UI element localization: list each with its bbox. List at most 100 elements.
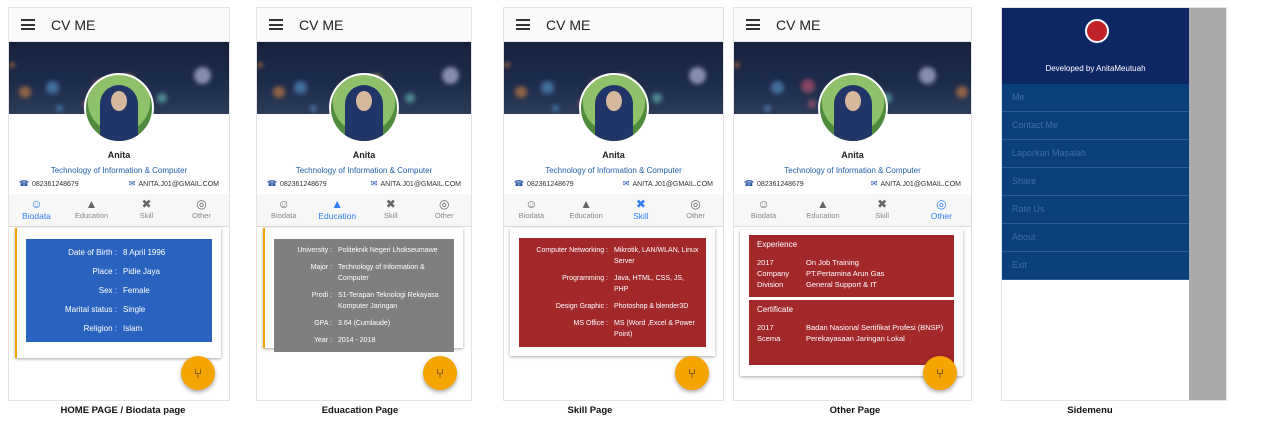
screen-education: CV ME Anita Technology of Information & Co… [256,7,472,401]
tab-biodata[interactable]: ☺ Biodata [257,194,311,226]
biodata-key: Place : [92,267,117,276]
share-fab-button[interactable]: ⑂ [181,356,215,390]
share-icon: ⑂ [688,365,696,381]
drawer-item-contact-me[interactable]: Contact Me [1002,112,1189,140]
app-title: CV ME [546,16,591,33]
education-row: University : Politeknik Negeri Lhokseumaw… [274,242,454,259]
phone-contact[interactable]: ☎ 082361248679 [267,179,327,188]
tab-other[interactable]: ◎ Other [668,194,723,226]
experience-value: On Job Training [806,258,859,267]
experience-value: PT.Pertamina Arun Gas [806,269,885,278]
tab-skill[interactable]: ✖ Skill [119,194,174,226]
email-address: ANITA.J01@GMAIL.COM [380,181,462,188]
experience-panel: Experience 2017 On Job Training Company PT.P… [749,235,954,297]
tab-education[interactable]: ▲ Education [793,194,852,226]
other-tab-icon: ◎ [196,197,207,211]
mail-icon: ✉ [370,179,378,188]
education-value: S1-Terapan Teknologi Rekayasa Komputer J… [338,292,439,310]
tab-other[interactable]: ◎ Other [912,194,971,226]
mail-icon: ✉ [622,179,630,188]
skill-value: Mikrotik, LAN/WLAN, Linux Server [614,247,699,265]
education-row: Prodi : S1-Terapan Teknologi Rekayasa Kom… [274,287,454,315]
tab-education[interactable]: ▲ Education [64,194,119,226]
mail-icon: ✉ [128,179,136,188]
caption-home: HOME PAGE / Biodata page [60,405,186,416]
tab-other[interactable]: ◎ Other [174,194,229,226]
biodata-value: Islam [123,324,143,333]
profile-name: Anita [602,150,625,160]
education-value: 3.64 (Cumlaude) [338,320,391,327]
skill-row: MS Office : MS (Word ,Excel & Power Point… [519,315,706,343]
skill-row: Design Graphic : Photoshop & blender3D [519,298,706,315]
menu-icon[interactable] [21,19,35,30]
biodata-value: Pidie Jaya [123,267,160,276]
biodata-tab-icon: ☺ [757,197,770,211]
experience-key: 2017 [757,258,774,267]
email-contact[interactable]: ✉ ANITA.J01@GMAIL.COM [623,179,713,188]
drawer-item-me[interactable]: Me [1002,84,1189,112]
email-contact[interactable]: ✉ ANITA.J01@GMAIL.COM [871,179,961,188]
share-fab-button[interactable]: ⑂ [675,356,709,390]
contact-row: ☎ 082361248679 ✉ ANITA.J01@GMAIL.COM [257,175,471,188]
drawer-item-about[interactable]: About [1002,224,1189,252]
share-icon: ⑂ [936,365,944,381]
drawer-item-share[interactable]: Share [1002,168,1189,196]
biodata-value: Female [123,286,150,295]
biodata-key: Sex : [98,286,117,295]
tab-skill[interactable]: ✖ Skill [614,194,669,226]
profile-name: Anita [841,150,864,160]
education-row: Year : 2014 - 2018 [274,332,454,349]
drawer-item-rate-us[interactable]: Rate Us [1002,196,1189,224]
education-key: Prodi : [311,292,332,299]
skill-value: Photoshop & blender3D [614,303,689,310]
certificate-key: Scema [757,334,781,343]
drawer-item-laporkan-masalah[interactable]: Laporkan Masalah [1002,140,1189,168]
education-panel: University : Politeknik Negeri Lhokseumaw… [274,239,454,352]
phone-contact[interactable]: ☎ 082361248679 [514,179,574,188]
share-fab-button[interactable]: ⑂ [923,356,957,390]
screen-skill: CV ME Anita Technology of Information & Co… [503,7,724,401]
tab-biodata[interactable]: ☺ Biodata [504,194,559,226]
tab-skill[interactable]: ✖ Skill [364,194,418,226]
tab-label: Education [318,211,357,221]
tab-skill[interactable]: ✖ Skill [853,194,912,226]
profile-avatar [329,73,399,143]
tab-label: Skill [633,211,649,221]
menu-icon[interactable] [746,19,760,30]
email-address: ANITA.J01@GMAIL.COM [880,181,962,188]
phone-icon: ☎ [514,179,524,188]
tab-label: Biodata [518,211,545,220]
education-row: Major : Technology of Information & Compu… [274,259,454,287]
certificate-value: Badan Nasional Sertifikat Profesi (BNSP) [806,323,944,332]
share-fab-button[interactable]: ⑂ [423,356,457,390]
navigation-drawer: Developed by AnitaMeutuah Me Contact Me La… [1002,8,1189,400]
app-title: CV ME [299,16,344,33]
biodata-value: 8 April 1996 [123,248,166,257]
tab-other[interactable]: ◎ Other [418,194,472,226]
phone-contact[interactable]: ☎ 082361248679 [19,179,79,188]
tab-biodata[interactable]: ☺ Biodata [734,194,793,226]
tab-label: Skill [383,211,398,220]
tab-education[interactable]: ▲ Education [311,194,365,226]
caption-education: Eduacation Page [321,405,399,416]
email-contact[interactable]: ✉ ANITA.J01@GMAIL.COM [371,179,461,188]
phone-icon: ☎ [267,179,277,188]
education-value: Politeknik Negeri Lhokseumawe [338,247,438,254]
tab-bar: ☺ Biodata ▲ Education ✖ Skill ◎ Other [9,194,229,227]
tab-label: Skill [875,211,889,220]
tab-biodata[interactable]: ☺ Biodata [9,194,64,226]
phone-number: 082361248679 [279,181,327,188]
skill-row: Programming : Java, HTML, CSS, JS, PHP [519,270,706,298]
other-card: Experience 2017 On Job Training Company PT.P… [740,230,963,376]
email-address: ANITA.J01@GMAIL.COM [632,181,714,188]
drawer-item-exit[interactable]: Exit [1002,252,1189,280]
phone-contact[interactable]: ☎ 082361248679 [744,179,804,188]
menu-icon[interactable] [269,19,283,30]
skill-value: MS (Word ,Excel & Power Point) [614,320,695,338]
tab-label: Biodata [271,211,297,220]
top-app-bar: CV ME [257,8,471,42]
tab-education[interactable]: ▲ Education [559,194,614,226]
biodata-row: Sex : Female [26,281,212,300]
menu-icon[interactable] [516,19,530,30]
email-contact[interactable]: ✉ ANITA.J01@GMAIL.COM [129,179,219,188]
